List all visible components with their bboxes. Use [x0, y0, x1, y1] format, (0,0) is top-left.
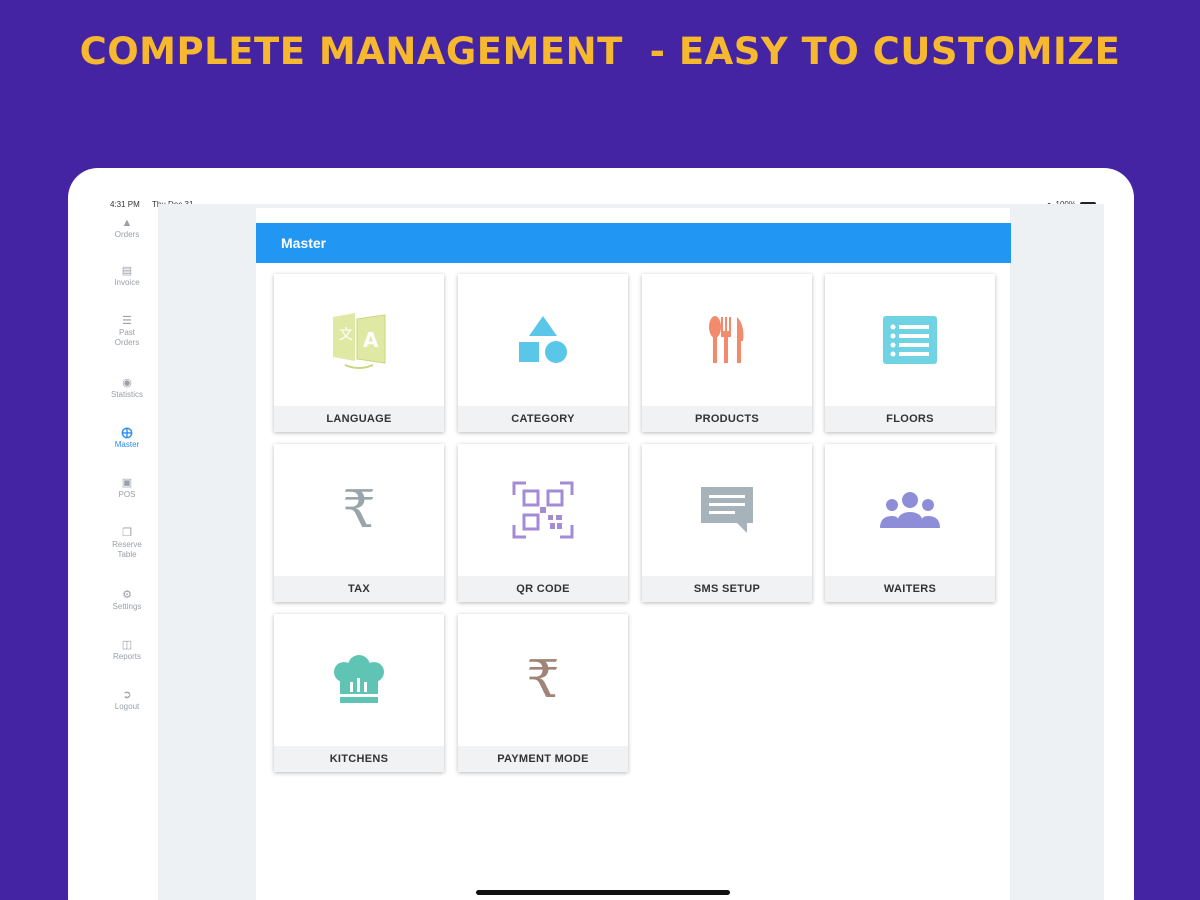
category-icon — [458, 274, 628, 406]
qr-code-icon — [458, 444, 628, 576]
sidebar-item-past-orders[interactable]: ☰ Past Orders — [104, 314, 150, 348]
page-title: Master — [256, 223, 1011, 263]
sidebar-item-label: Reserve Table — [112, 540, 142, 559]
tile-qr-code[interactable]: QR CODE — [458, 444, 628, 602]
tile-kitchens[interactable]: KITCHENS — [274, 614, 444, 772]
tile-floors[interactable]: FLOORS — [825, 274, 995, 432]
tile-label: SMS SETUP — [642, 576, 812, 602]
tile-label: CATEGORY — [458, 406, 628, 432]
sidebar-item-label: Past Orders — [114, 328, 140, 347]
sidebar-item-invoice[interactable]: ▤ Invoice — [104, 264, 150, 288]
pos-icon: ▣ — [121, 477, 133, 489]
invoice-icon: ▤ — [121, 265, 133, 277]
logout-icon: ➲ — [122, 689, 132, 701]
tile-products[interactable]: PRODUCTS — [642, 274, 812, 432]
sidebar-item-logout[interactable]: ➲ Logout — [104, 688, 150, 712]
list-box-icon — [825, 274, 995, 406]
rupee-icon: ₹ — [526, 650, 560, 710]
promo-headline: COMPLETE MANAGEMENT - EASY TO CUSTOMIZE — [79, 30, 1121, 73]
sidebar-item-label: Statistics — [110, 390, 143, 399]
sidebar-item-reports[interactable]: ◫ Reports — [104, 638, 150, 662]
tile-language[interactable]: 文 A LANGUAGE — [274, 274, 444, 432]
sidebar-item-label: Invoice — [114, 278, 140, 287]
tile-label: PRODUCTS — [642, 406, 812, 432]
sidebar-item-master[interactable]: ⨁ Master — [104, 426, 150, 450]
tile-waiters[interactable]: WAITERS — [825, 444, 995, 602]
sidebar-item-settings[interactable]: ⚙ Settings — [104, 588, 150, 612]
orders-icon: ▲ — [121, 217, 133, 229]
language-icon: 文 A — [274, 274, 444, 406]
sidebar-item-orders[interactable]: ▲ Orders — [104, 216, 150, 240]
rupee-icon: ₹ — [342, 480, 376, 540]
sidebar-item-label: Logout — [114, 702, 140, 711]
sidebar-item-label: Settings — [112, 602, 142, 611]
tile-sms-setup[interactable]: SMS SETUP — [642, 444, 812, 602]
tile-payment-mode[interactable]: ₹ PAYMENT MODE — [458, 614, 628, 772]
list-icon: ☰ — [122, 315, 132, 327]
svg-text:A: A — [363, 328, 379, 352]
tile-label: WAITERS — [825, 576, 995, 602]
statistics-icon: ◉ — [122, 377, 132, 389]
sidebar-item-pos[interactable]: ▣ POS — [104, 476, 150, 500]
tile-label: QR CODE — [458, 576, 628, 602]
sidebar-nav: ▲ Orders ▤ Invoice ☰ Past Orders ◉ Stati… — [104, 216, 150, 900]
tile-tax[interactable]: ₹ TAX — [274, 444, 444, 602]
sidebar-item-label: POS — [118, 490, 136, 499]
tile-label: PAYMENT MODE — [458, 746, 628, 772]
settings-icon: ⚙ — [122, 589, 132, 601]
tile-label: TAX — [274, 576, 444, 602]
status-time: 4:31 PM — [110, 200, 140, 209]
sidebar-item-statistics[interactable]: ◉ Statistics — [104, 376, 150, 400]
home-indicator[interactable] — [476, 890, 730, 895]
sidebar-item-label: Orders — [114, 230, 140, 239]
sidebar-item-reserve-table[interactable]: ❐ Reserve Table — [104, 526, 150, 560]
tile-category[interactable]: CATEGORY — [458, 274, 628, 432]
sidebar-item-label: Reports — [112, 652, 141, 661]
reserve-table-icon: ❐ — [122, 527, 132, 539]
tile-label: KITCHENS — [274, 746, 444, 772]
cutlery-icon — [642, 274, 812, 406]
group-icon — [825, 444, 995, 576]
message-icon — [642, 444, 812, 576]
svg-text:文: 文 — [339, 327, 353, 343]
tile-label: FLOORS — [825, 406, 995, 432]
tile-label: LANGUAGE — [274, 406, 444, 432]
reports-icon: ◫ — [121, 639, 133, 651]
tablet-frame: 4:31 PM Thu Dec 31 ● 100% ▲ Orders ▤ Inv… — [68, 168, 1134, 900]
chef-hat-icon — [274, 614, 444, 746]
sidebar-item-label: Master — [114, 440, 140, 449]
master-icon: ⨁ — [121, 427, 133, 439]
